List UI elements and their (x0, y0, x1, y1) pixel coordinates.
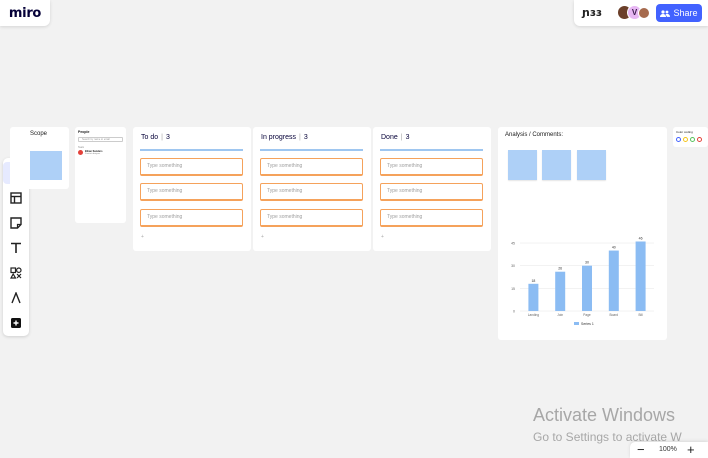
blue-dot-icon (676, 137, 681, 142)
x-tick-label: Board (610, 313, 619, 317)
column-divider (380, 149, 483, 151)
sticky-note[interactable] (508, 150, 537, 180)
shapes-icon[interactable] (3, 262, 29, 284)
zoom-level[interactable]: 100% (659, 446, 677, 453)
people-subheading: Team (78, 146, 85, 149)
analysis-frame[interactable]: Analysis / Comments: 0 15 30 45 18 Landing 26 J… (498, 127, 667, 340)
task-card[interactable]: Type something (380, 158, 483, 176)
task-card[interactable]: Type something (380, 209, 483, 227)
zoom-in-button[interactable]: + (687, 442, 695, 457)
red-dot-icon (697, 137, 702, 142)
add-task-button[interactable]: + (261, 234, 264, 240)
column-divider (260, 149, 363, 151)
data-label: 46 (639, 237, 643, 240)
column-count: 3 (405, 134, 410, 141)
share-button[interactable]: Share (656, 4, 702, 22)
avatar-initial: V (631, 8, 638, 17)
x-tick-label: Page (583, 313, 591, 317)
separator: | (400, 134, 403, 141)
green-dot-icon (690, 137, 695, 142)
bar (582, 265, 592, 311)
column-title-text: To do (141, 134, 159, 141)
y-tick-label: 30 (511, 264, 515, 268)
frame-title: Analysis / Comments: (505, 132, 564, 138)
y-tick-label: 15 (511, 287, 515, 291)
add-task-button[interactable]: + (381, 234, 384, 240)
pen-icon[interactable] (3, 287, 29, 309)
frame-title: Color coding (676, 130, 693, 134)
y-tick-label: 0 (513, 310, 515, 314)
yellow-dot-icon (683, 137, 688, 142)
column-title-text: Done (381, 134, 398, 141)
task-card[interactable]: Type something (260, 158, 363, 176)
column-count: 3 (165, 134, 170, 141)
logo-text: miro (8, 5, 42, 21)
column-title: Done | 3 (381, 134, 409, 141)
add-task-button[interactable]: + (141, 234, 144, 240)
kanban-column-done[interactable]: Done | 3 Type something Type something Typ… (373, 127, 491, 251)
data-label: 30 (585, 261, 589, 265)
miro-logo[interactable]: miro (0, 0, 50, 26)
column-divider (140, 149, 243, 151)
task-card[interactable]: Type something (140, 183, 243, 201)
member-role: Product designer (85, 153, 101, 155)
column-title: To do | 3 (141, 134, 170, 141)
task-card[interactable]: Type something (140, 209, 243, 227)
share-label: Share (673, 8, 698, 18)
bar (608, 250, 619, 311)
sticky-note[interactable] (577, 150, 606, 180)
column-title: In progress | 3 (261, 134, 308, 141)
kanban-column-in-progress[interactable]: In progress | 3 Type something Type someth… (253, 127, 371, 251)
people-search-input[interactable]: Search by name or email (78, 137, 123, 142)
bar (635, 241, 646, 311)
avatar (78, 150, 83, 155)
avatar[interactable] (638, 7, 650, 19)
people-frame[interactable]: People Search by name or email Team Etha… (75, 127, 126, 223)
text-icon[interactable] (3, 237, 29, 259)
activate-windows-title: Activate Windows (533, 405, 676, 425)
zoom-out-button[interactable]: − (637, 442, 645, 457)
data-label: 18 (531, 279, 535, 283)
x-tick-label: Landing (528, 313, 540, 317)
zoom-controls: − 100% + (630, 442, 708, 458)
bar (528, 283, 539, 311)
bar-chart[interactable]: 0 15 30 45 18 Landing 26 Join 30 Page 40 Board 46 Bil… (502, 237, 662, 337)
legend-swatch (574, 322, 579, 325)
legend-label: Series 1 (581, 322, 594, 326)
sticky-note[interactable] (542, 150, 571, 180)
kanban-column-todo[interactable]: To do | 3 Type something Type something Ty… (133, 127, 251, 251)
users-icon (660, 9, 671, 17)
separator: | (299, 134, 301, 141)
data-label: 40 (612, 246, 616, 250)
bar (555, 271, 566, 311)
collaboration-bar: ɲɜɜ V Share (574, 0, 708, 26)
data-label: 26 (558, 267, 562, 271)
x-tick-label: Join (557, 313, 563, 317)
color-coding-frame[interactable]: Color coding (673, 127, 708, 147)
sticky-note-icon[interactable] (3, 212, 29, 234)
scope-frame[interactable]: Scope (10, 127, 69, 189)
task-card[interactable]: Type something (380, 183, 483, 201)
task-card[interactable]: Type something (260, 183, 363, 201)
frame-title: Scope (30, 131, 48, 137)
templates-icon[interactable] (3, 187, 29, 209)
x-tick-label: Bill (638, 313, 643, 317)
frame-title: People (78, 130, 90, 134)
reactions-icon[interactable]: ɲɜɜ (582, 6, 602, 19)
add-more-icon[interactable] (3, 312, 29, 334)
sticky-note[interactable] (30, 151, 62, 180)
column-count: 3 (303, 134, 308, 141)
task-card[interactable]: Type something (260, 209, 363, 227)
y-tick-label: 45 (511, 242, 515, 246)
task-card[interactable]: Type something (140, 158, 243, 176)
separator: | (161, 134, 163, 141)
column-title-text: In progress (261, 134, 297, 141)
